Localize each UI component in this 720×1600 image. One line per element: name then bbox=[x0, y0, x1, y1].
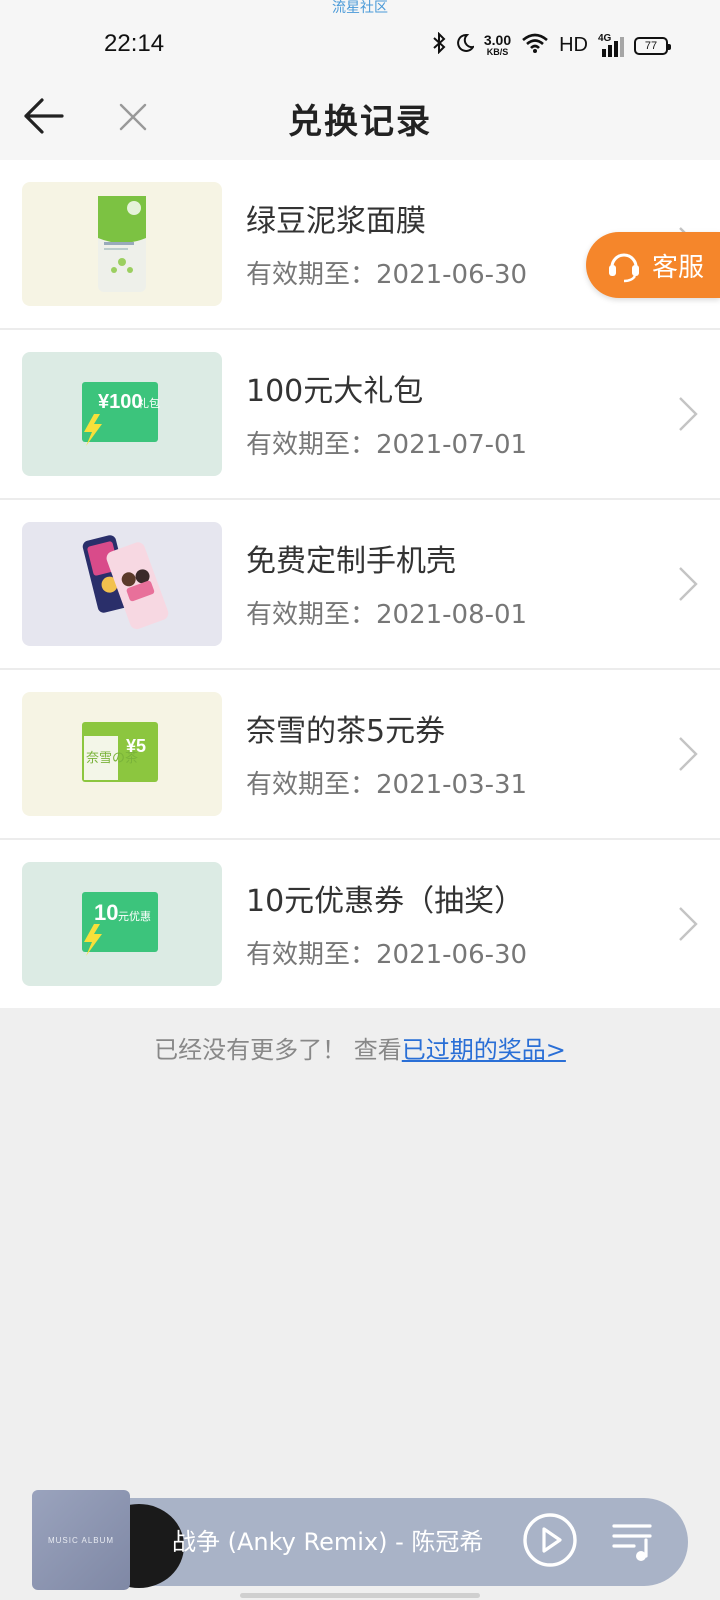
nav-bar: 兑换记录 bbox=[0, 84, 720, 148]
status-time: 22:14 bbox=[104, 30, 165, 57]
network-type: 4G bbox=[598, 32, 612, 44]
net-speed-value: 3.00 bbox=[483, 31, 512, 48]
signal-icon: 4G bbox=[598, 32, 624, 57]
item-thumbnail bbox=[22, 182, 222, 306]
chevron-right-icon bbox=[679, 397, 698, 431]
playlist-icon bbox=[612, 1524, 652, 1561]
customer-service-button[interactable]: 客服 bbox=[586, 232, 720, 298]
customer-service-label: 客服 bbox=[652, 252, 705, 283]
face-mask-pack-icon bbox=[98, 196, 146, 292]
headset-icon bbox=[609, 253, 639, 283]
item-title: 奈雪的茶5元券 bbox=[246, 714, 446, 749]
item-title: 免费定制手机壳 bbox=[246, 544, 456, 579]
coupon-10-icon: 10 元优惠 bbox=[82, 892, 158, 956]
hd-indicator: HD bbox=[559, 34, 588, 56]
no-more-text: 已经没有更多了！ 查看 bbox=[154, 1036, 402, 1064]
card-suffix: 元优惠 bbox=[118, 909, 151, 923]
album-cover[interactable]: MUSIC ALBUM bbox=[32, 1490, 130, 1590]
phone-case-icon bbox=[82, 535, 169, 630]
list-item[interactable]: 奈雪の茶 ¥5 奈雪的茶5元券 有效期至：2021-03-31 bbox=[0, 670, 720, 840]
page-title: 兑换记录 bbox=[288, 102, 432, 142]
album-cover-text: MUSIC ALBUM bbox=[47, 1535, 115, 1545]
chevron-right-icon bbox=[679, 737, 698, 771]
play-button[interactable] bbox=[522, 1512, 578, 1568]
item-expiry: 有效期至：2021-06-30 bbox=[246, 260, 528, 290]
item-expiry: 有效期至：2021-08-01 bbox=[246, 600, 528, 630]
card-amount: 10 bbox=[94, 900, 118, 925]
chevron-right-icon bbox=[679, 567, 698, 601]
tea-coupon-icon: 奈雪の茶 ¥5 bbox=[82, 722, 158, 782]
net-speed-unit: KB/S bbox=[486, 46, 509, 57]
item-title: 绿豆泥浆面膜 bbox=[246, 204, 426, 239]
item-title: 10元优惠券（抽奖） bbox=[246, 884, 525, 919]
item-thumbnail bbox=[22, 522, 222, 646]
card-amount: ¥5 bbox=[126, 736, 146, 756]
item-thumbnail: 10 元优惠 bbox=[22, 862, 222, 986]
expired-prizes-link[interactable]: 已过期的奖品> bbox=[402, 1036, 566, 1064]
item-expiry: 有效期至：2021-03-31 bbox=[246, 770, 528, 800]
playlist-button[interactable] bbox=[610, 1518, 656, 1564]
status-icons: 3.00 KB/S HD 4G 77 bbox=[432, 31, 671, 59]
battery-icon: 77 bbox=[634, 36, 671, 55]
card-suffix: 礼包 bbox=[138, 396, 160, 410]
battery-level: 77 bbox=[644, 39, 658, 52]
play-icon bbox=[523, 1513, 577, 1567]
item-expiry: 有效期至：2021-07-01 bbox=[246, 430, 528, 460]
watermark: 流星社区 bbox=[332, 0, 388, 16]
top-area: 流星社区 22:14 3.00 KB/S HD 4G 77 兑换记录 bbox=[0, 0, 720, 160]
item-expiry: 有效期至：2021-06-30 bbox=[246, 940, 528, 970]
net-speed: 3.00 KB/S bbox=[483, 31, 512, 58]
list-item[interactable]: ¥100 礼包 100元大礼包 有效期至：2021-07-01 bbox=[0, 330, 720, 500]
music-player[interactable]: MUSIC ALBUM 战争 (Anky Remix) - 陈冠希 bbox=[32, 1490, 688, 1590]
bluetooth-icon bbox=[432, 31, 446, 59]
item-title: 100元大礼包 bbox=[246, 374, 424, 409]
list-item[interactable]: 免费定制手机壳 有效期至：2021-08-01 bbox=[0, 500, 720, 670]
chevron-right-icon bbox=[679, 907, 698, 941]
song-title: 战争 (Anky Remix) - 陈冠希 bbox=[172, 1528, 484, 1556]
list-footer: 已经没有更多了！ 查看已过期的奖品> bbox=[0, 1030, 720, 1065]
item-thumbnail: ¥100 礼包 bbox=[22, 352, 222, 476]
status-bar: 22:14 3.00 KB/S HD 4G 77 bbox=[0, 28, 720, 64]
wifi-icon bbox=[521, 32, 549, 59]
home-indicator bbox=[240, 1593, 480, 1598]
list-item[interactable]: 10 元优惠 10元优惠券（抽奖） 有效期至：2021-06-30 bbox=[0, 840, 720, 1008]
card-amount: ¥100 bbox=[98, 391, 143, 413]
gift-card-100-icon: ¥100 礼包 bbox=[82, 382, 160, 446]
item-thumbnail: 奈雪の茶 ¥5 bbox=[22, 692, 222, 816]
moon-icon bbox=[456, 33, 475, 58]
